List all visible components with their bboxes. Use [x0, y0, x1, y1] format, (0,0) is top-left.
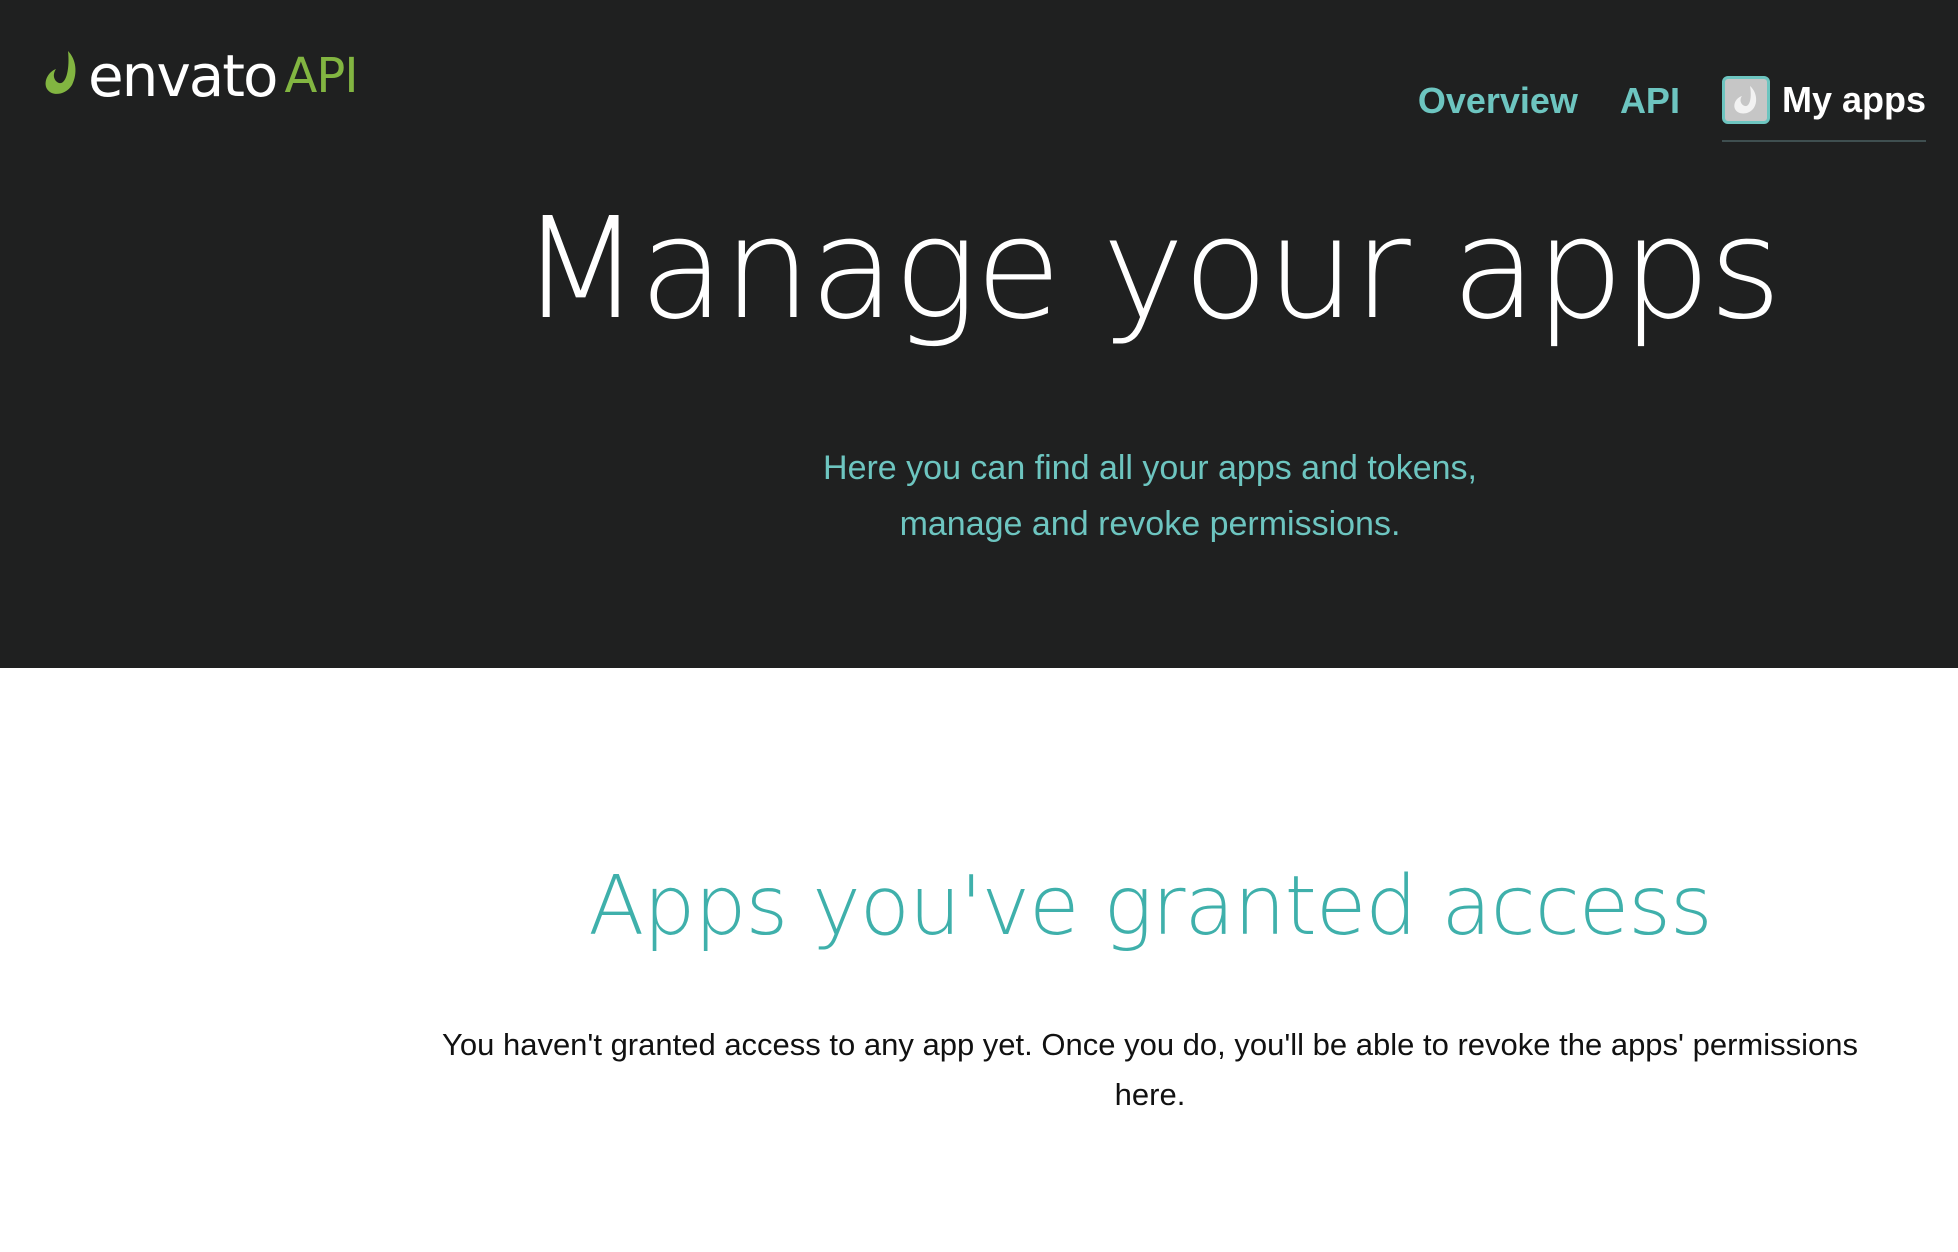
- empty-message-line-1: You haven't granted access to any app ye…: [442, 1027, 1858, 1062]
- nav-api-link[interactable]: API: [1620, 83, 1680, 119]
- logo-suffix: API: [284, 48, 359, 104]
- granted-apps-title: Apps you've granted access: [588, 859, 1712, 954]
- page-title: Manage your apps: [520, 188, 1782, 351]
- user-avatar-icon: [1721, 76, 1770, 124]
- nav-my-apps-link[interactable]: My apps: [1721, 76, 1926, 142]
- granted-apps-empty-message: You haven't granted access to any app ye…: [400, 1020, 1900, 1120]
- envato-api-logo[interactable]: envato API: [42, 42, 359, 110]
- nav-overview-link[interactable]: Overview: [1418, 83, 1578, 119]
- nav-my-apps-label: My apps: [1781, 79, 1926, 120]
- granted-apps-section: [0, 668, 1958, 1252]
- envato-leaf-icon: [42, 49, 88, 104]
- hero-subtitle-line-1: Here you can find all your apps and toke…: [823, 449, 1477, 487]
- hero-subtitle-line-2: manage and revoke permissions.: [899, 505, 1401, 543]
- empty-message-line-2: here.: [1114, 1077, 1186, 1112]
- hero-subtitle: Here you can find all your apps and toke…: [0, 440, 1958, 552]
- top-nav: Overview API My apps: [1376, 60, 1926, 142]
- logo-wordmark: envato: [88, 42, 279, 110]
- hero-header: envato API Overview API My apps Manage y…: [0, 0, 1958, 668]
